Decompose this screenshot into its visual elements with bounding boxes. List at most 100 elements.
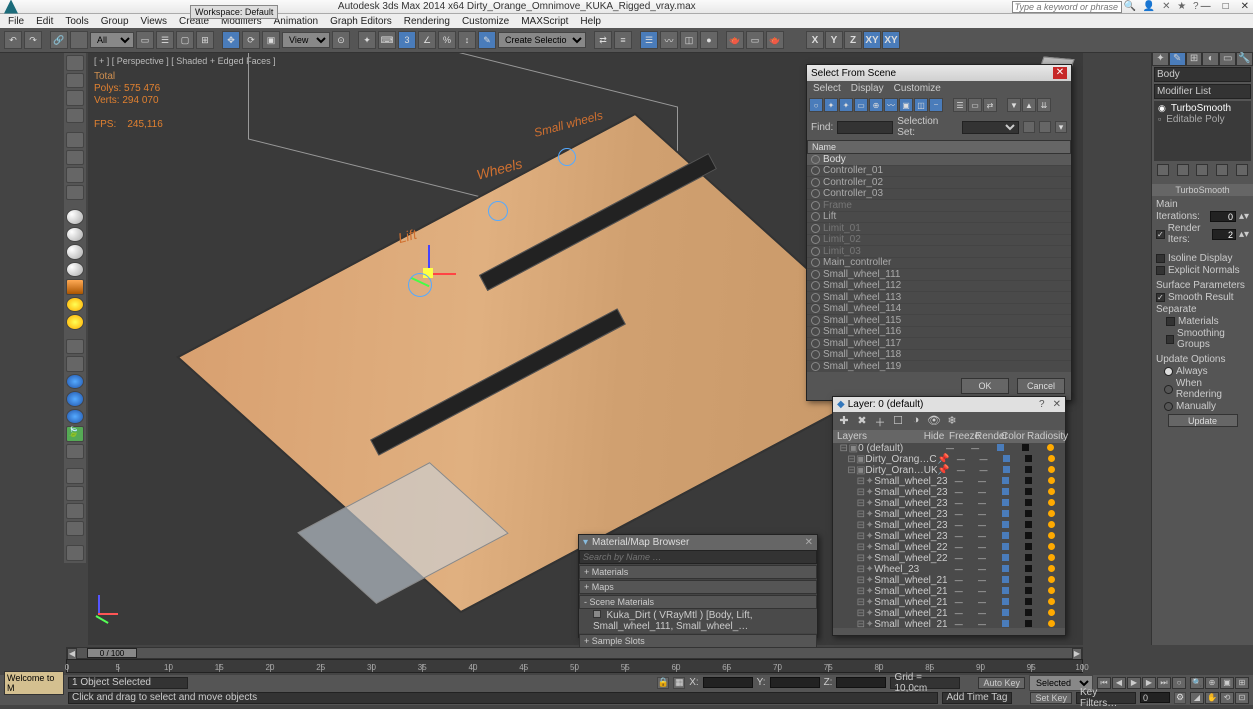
delete-layer-icon[interactable]: ✖ [855,414,869,428]
layer-row[interactable]: ⊟▣0 (default)—— [833,443,1065,454]
scene-list-item[interactable]: Small_wheel_111 [807,269,1071,281]
lt-space-warp-icon[interactable] [66,391,84,407]
minimize-button[interactable]: — [1201,1,1211,12]
filter-shapes-icon[interactable]: ✦ [824,98,838,112]
sep-smgroups-checkbox[interactable] [1166,335,1174,344]
add-time-tag[interactable]: Add Time Tag [942,692,1012,704]
filter-lights-icon[interactable]: ✦ [839,98,853,112]
scene-material-item[interactable]: Kuka_Dirt ( VRayMtl ) [Body, Lift, Small… [579,609,817,633]
lt-camera-icon[interactable] [66,339,84,355]
controller-circle-1[interactable] [408,273,432,297]
menu-graph-editors[interactable]: Graph Editors [330,16,392,27]
lt-cone-icon[interactable] [66,279,84,295]
lt-spline-icon[interactable] [66,167,84,183]
modifier-list-dropdown[interactable]: Modifier List [1154,84,1251,99]
time-config-icon[interactable]: ⚙ [1174,692,1186,704]
lt-util3-icon[interactable] [66,503,84,519]
material-search-input[interactable] [579,550,817,564]
modifier-stack[interactable]: ◉ TurboSmooth ▫ Editable Poly [1154,101,1251,161]
menu-group[interactable]: Group [101,16,129,27]
filter-geometry-icon[interactable]: ○ [809,98,823,112]
lt-helper-icon[interactable] [66,356,84,372]
filter-xrefs-icon[interactable]: ◫ [914,98,928,112]
layer-row[interactable]: ⊟✦Small_wheel_215—— [833,619,1065,628]
menu-help[interactable]: Help [580,16,601,27]
layer-close-icon[interactable]: ✕ [1053,399,1061,410]
sign-in-icon[interactable]: 👤 [1143,1,1155,12]
scene-list-item[interactable]: Controller_02 [807,177,1071,189]
update-manually-radio[interactable] [1164,402,1173,411]
layer-row[interactable]: ⊟▣Dirty_Orang…Cont📌—— [833,454,1065,465]
display-tab-icon[interactable]: ▭ [1219,52,1236,66]
layer-row[interactable]: ⊟✦Small_wheel_231—— [833,520,1065,531]
layer-row[interactable]: ⊟✦Small_wheel_218—— [833,597,1065,608]
materials-section[interactable]: + Materials [579,565,817,579]
abs-rel-icon[interactable]: ▦ [673,677,685,689]
align-button[interactable]: ≡ [614,31,632,49]
cancel-button[interactable]: Cancel [1017,378,1065,394]
edit-named-selections-button[interactable]: ✎ [478,31,496,49]
lt-select-icon[interactable] [66,55,84,71]
menu-animation[interactable]: Animation [274,16,318,27]
lt-biped-icon[interactable] [66,444,84,460]
selection-filter[interactable]: All [90,32,134,48]
constraint-z[interactable]: Z [844,31,862,49]
layer-tree[interactable]: ⊟▣0 (default)——⊟▣Dirty_Orang…Cont📌——⊟▣Di… [833,443,1065,628]
window-crossing-button[interactable]: ⊞ [196,31,214,49]
layer-row[interactable]: ⊟✦Small_wheel_216—— [833,575,1065,586]
object-name-field[interactable] [1154,67,1251,82]
scene-list-item[interactable]: Frame [807,200,1071,212]
infocenter-icons[interactable]: 🔍 👤 ✕ ★ ? [1122,1,1201,12]
close-button[interactable]: ✕ [1241,1,1249,12]
orbit-icon[interactable]: ⟲ [1220,692,1234,704]
search-icon[interactable]: 🔍 [1124,1,1136,12]
snap-toggle-3d[interactable]: 3 [398,31,416,49]
lt-shape-icon[interactable] [66,185,84,201]
modifier-editable-poly[interactable]: ▫ Editable Poly [1156,114,1249,125]
filter-all-icon[interactable]: ☰ [953,98,967,112]
render-iters-spinner[interactable]: 2 [1212,229,1236,240]
lt-util4-icon[interactable] [66,521,84,537]
scene-list-item[interactable]: Lift [807,212,1071,224]
dialog-close-button[interactable]: ✕ [1053,67,1067,79]
new-layer-icon[interactable]: ✚ [837,414,851,428]
fov-icon[interactable]: ◢ [1190,692,1204,704]
render-production-button[interactable]: 🫖 [766,31,784,49]
filter-cameras-icon[interactable]: ▭ [854,98,868,112]
motion-tab-icon[interactable]: ◐ [1202,52,1219,66]
sample-slots-section[interactable]: + Sample Slots [579,634,817,648]
lt-system-icon[interactable] [66,409,84,425]
selset-more-icon[interactable]: ▾ [1055,121,1067,133]
y-coord-input[interactable] [770,677,820,688]
constraint-xy[interactable]: XY [863,31,881,49]
pan-icon[interactable]: ✋ [1205,692,1219,704]
scene-list-item[interactable]: Limit_03 [807,246,1071,258]
filter-spacewarps-icon[interactable]: 〰 [884,98,898,112]
select-layer-objects-icon[interactable]: ☐ [891,414,905,428]
scene-list-item[interactable]: Small_wheel_116 [807,327,1071,339]
find-input[interactable] [837,121,893,134]
pin-stack-icon[interactable] [1157,164,1169,176]
tab-select[interactable]: Select [813,83,841,94]
percent-snap-button[interactable]: % [438,31,456,49]
rendered-frame-button[interactable]: ▭ [746,31,764,49]
key-filters-button[interactable]: Key Filters… [1076,692,1136,704]
collapse-all-icon[interactable]: ▲ [1022,98,1036,112]
expand-all-icon[interactable]: ▼ [1007,98,1021,112]
turbosmooth-rollout-header[interactable]: TurboSmooth [1152,184,1253,196]
add-to-layer-icon[interactable]: ＋ [873,414,887,428]
select-object-button[interactable]: ▭ [136,31,154,49]
constraint-y[interactable]: Y [825,31,843,49]
key-mode-toggle-icon[interactable]: ○ [1172,677,1186,689]
keyboard-shortcut-button[interactable]: ⌨ [378,31,396,49]
layer-row[interactable]: ⊟✦Small_wheel_234—— [833,487,1065,498]
lt-torus-icon[interactable] [66,262,84,278]
lt-list-icon[interactable] [66,90,84,106]
controller-circle-3[interactable] [558,148,576,166]
isoline-checkbox[interactable] [1156,254,1165,263]
time-slider-thumb[interactable]: 0 / 100 [87,648,137,658]
modifier-turbosmooth[interactable]: ◉ TurboSmooth [1156,103,1249,114]
maps-section[interactable]: + Maps [579,580,817,594]
iterations-spinner[interactable]: 0 [1210,211,1236,222]
filter-helpers-icon[interactable]: ⊕ [869,98,883,112]
